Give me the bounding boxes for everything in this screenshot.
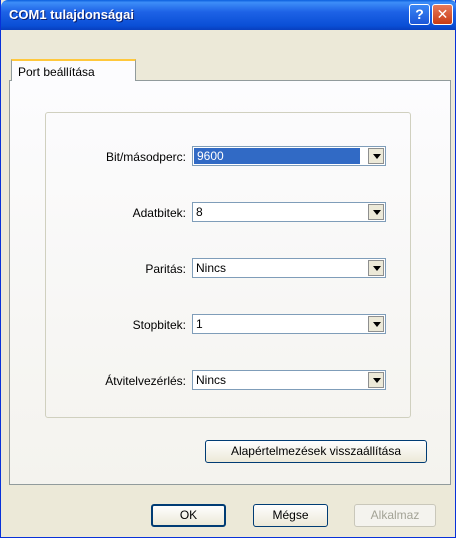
flow-control-label: Átvitelvezérlés:	[105, 374, 186, 388]
chevron-down-icon[interactable]	[368, 260, 384, 276]
apply-button: Alkalmaz	[354, 504, 436, 527]
close-button[interactable]: ✕	[432, 4, 453, 25]
close-icon: ✕	[436, 6, 449, 22]
ok-button[interactable]: OK	[151, 504, 226, 527]
parity-value: Nincs	[196, 261, 227, 275]
cancel-button[interactable]: Mégse	[253, 504, 328, 527]
stop-bits-value: 1	[196, 317, 203, 331]
parity-label: Paritás:	[145, 262, 186, 276]
parity-select[interactable]: Nincs	[192, 258, 386, 278]
flow-control-value: Nincs	[196, 373, 227, 387]
help-button[interactable]: ?	[409, 4, 430, 25]
chevron-down-icon[interactable]	[368, 316, 384, 332]
properties-dialog: COM1 tulajdonságai ? ✕ Port beállítása B…	[0, 0, 456, 538]
flow-control-select[interactable]: Nincs	[192, 370, 386, 390]
data-bits-label: Adatbitek:	[132, 206, 186, 220]
tab-port-settings[interactable]: Port beállítása	[11, 59, 136, 81]
bits-per-second-select[interactable]: 9600	[192, 146, 386, 166]
chevron-down-icon[interactable]	[368, 204, 384, 220]
chevron-down-icon[interactable]	[368, 148, 384, 164]
data-bits-select[interactable]: 8	[192, 202, 386, 222]
restore-defaults-button[interactable]: Alapértelmezések visszaállítása	[205, 440, 427, 463]
bits-per-second-label: Bit/másodperc:	[105, 150, 186, 164]
title-bar[interactable]: COM1 tulajdonságai ? ✕	[1, 0, 456, 30]
help-icon: ?	[415, 6, 424, 22]
stop-bits-label: Stopbitek:	[132, 318, 186, 332]
stop-bits-select[interactable]: 1	[192, 314, 386, 334]
data-bits-value: 8	[196, 205, 203, 219]
bits-per-second-value: 9600	[194, 148, 360, 164]
chevron-down-icon[interactable]	[368, 372, 384, 388]
window-title: COM1 tulajdonságai	[9, 7, 134, 22]
